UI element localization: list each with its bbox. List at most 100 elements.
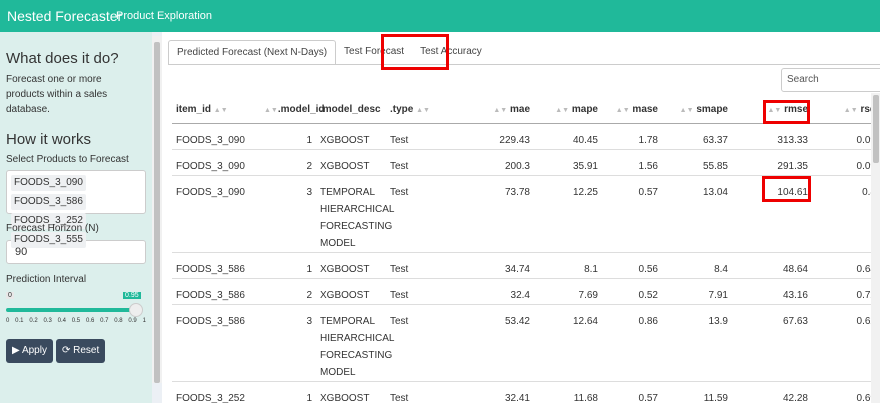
col-header-mape[interactable]: ▲▼ mape xyxy=(534,98,602,124)
reset-label: Reset xyxy=(73,345,100,356)
col-header-type[interactable]: .type ▲▼ xyxy=(386,98,430,124)
cell-mae: 229.43 xyxy=(426,123,534,150)
col-header-rsq[interactable]: ▲▼ rsq xyxy=(812,98,880,124)
cell-model-id: 1 xyxy=(260,381,316,403)
sort-icon: ▲▼ xyxy=(416,107,430,114)
slider-tick: 0.9 xyxy=(128,318,137,324)
cell-mase: 1.78 xyxy=(602,123,662,150)
what-text: Forecast one or more products within a s… xyxy=(6,74,108,115)
cell-mae: 32.41 xyxy=(426,381,534,403)
cell-item-id: FOODS_3_090 xyxy=(172,175,260,253)
cell-model-id: 1 xyxy=(260,252,316,279)
table-scroll-thumb[interactable] xyxy=(873,95,879,163)
sidebar-scroll-thumb[interactable] xyxy=(154,42,160,383)
slider-min-label: 0 xyxy=(6,292,14,299)
cell-model-desc: TEMPORAL HIERARCHICAL FORECASTING MODEL xyxy=(316,304,394,382)
play-icon: ▶ xyxy=(12,345,20,356)
apply-label: Apply xyxy=(21,345,47,356)
slider-value-label: 0.95 xyxy=(123,292,141,299)
apply-button[interactable]: ▶ Apply xyxy=(6,339,53,363)
cell-type: Test xyxy=(386,381,426,403)
cell-mae: 73.78 xyxy=(426,175,534,253)
cell-item-id: FOODS_3_586 xyxy=(172,278,260,305)
cell-model-id: 2 xyxy=(260,278,316,305)
col-header-model-id[interactable]: ▲▼.model_id xyxy=(260,98,325,124)
table-scrollbar[interactable] xyxy=(871,93,880,403)
cell-rmse: 67.63 xyxy=(732,304,812,382)
table-row[interactable]: FOODS_3_090 2 XGBOOST Test 200.3 35.91 1… xyxy=(172,149,880,176)
cell-rsq: 0.8 xyxy=(812,175,880,253)
cell-model-id: 3 xyxy=(260,175,316,253)
cell-item-id: FOODS_3_252 xyxy=(172,381,260,403)
search-input[interactable]: Search xyxy=(781,68,880,92)
cell-rsq: 0.64 xyxy=(812,252,880,279)
col-header-mase[interactable]: ▲▼ mase xyxy=(602,98,662,124)
sidebar-scrollbar[interactable] xyxy=(152,36,162,383)
col-header-model-desc[interactable]: .model_desc xyxy=(316,98,386,124)
cell-rmse: 313.33 xyxy=(732,123,812,150)
highlight-rmse-header xyxy=(763,100,810,124)
reset-button[interactable]: ⟳ Reset xyxy=(55,339,106,363)
col-header-mae[interactable]: ▲▼ mae xyxy=(426,98,534,124)
cell-mape: 7.69 xyxy=(534,278,602,305)
cell-mape: 12.64 xyxy=(534,304,602,382)
table-row[interactable]: FOODS_3_252 1 XGBOOST Test 32.41 11.68 0… xyxy=(172,381,880,403)
slider-track[interactable] xyxy=(6,308,138,312)
product-chip[interactable]: FOODS_3_090 xyxy=(11,175,86,191)
app-title[interactable]: Nested Forecaster xyxy=(0,8,122,24)
sort-icon: ▲▼ xyxy=(264,107,278,114)
col-header-item-id[interactable]: item_id ▲▼ xyxy=(172,98,260,124)
cell-model-id: 1 xyxy=(260,123,316,150)
nav-product-exploration[interactable]: Product Exploration xyxy=(116,10,212,22)
cell-mae: 200.3 xyxy=(426,149,534,176)
refresh-icon: ⟳ xyxy=(61,345,71,356)
cell-rsq: 0.09 xyxy=(812,149,880,176)
cell-mase: 0.56 xyxy=(602,252,662,279)
app-header: Nested Forecaster Product Exploration xyxy=(0,0,880,32)
slider-tick: 0.2 xyxy=(29,318,38,324)
cell-smape: 11.59 xyxy=(662,381,732,403)
interval-slider[interactable]: 0 0.95 0 0.1 0.2 0.3 0.4 0.5 0.6 0.7 0.8… xyxy=(6,289,146,333)
cell-rsq: 0.62 xyxy=(812,304,880,382)
cell-smape: 55.85 xyxy=(662,149,732,176)
cell-model-desc: XGBOOST xyxy=(316,252,386,279)
table-row[interactable]: FOODS_3_586 1 XGBOOST Test 34.74 8.1 0.5… xyxy=(172,252,880,279)
table-row[interactable]: FOODS_3_586 3 TEMPORAL HIERARCHICAL FORE… xyxy=(172,304,880,382)
cell-model-desc: XGBOOST xyxy=(316,381,386,403)
cell-smape: 8.4 xyxy=(662,252,732,279)
cell-mase: 0.52 xyxy=(602,278,662,305)
cell-type: Test xyxy=(386,149,426,176)
highlight-rmse-value xyxy=(762,176,811,202)
product-chip[interactable]: FOODS_3_586 xyxy=(11,194,86,210)
interval-label: Prediction Interval xyxy=(6,274,87,285)
slider-handle[interactable] xyxy=(129,303,143,317)
slider-ticks: 0 0.1 0.2 0.3 0.4 0.5 0.6 0.7 0.8 0.9 1 xyxy=(6,318,146,324)
horizon-label: Forecast Horizon (N) xyxy=(6,223,99,234)
cell-smape: 7.91 xyxy=(662,278,732,305)
sidebar: What does it do? Forecast one or more pr… xyxy=(0,32,152,403)
cell-model-desc: XGBOOST xyxy=(316,278,386,305)
cell-mape: 40.45 xyxy=(534,123,602,150)
sort-icon: ▲▼ xyxy=(493,107,508,114)
tab-divider xyxy=(168,64,880,65)
cell-rmse: 42.28 xyxy=(732,381,812,403)
cell-mae: 32.4 xyxy=(426,278,534,305)
products-label: Select Products to Forecast xyxy=(6,154,129,165)
table-row[interactable]: FOODS_3_586 2 XGBOOST Test 32.4 7.69 0.5… xyxy=(172,278,880,305)
products-select[interactable]: FOODS_3_090 FOODS_3_586 FOODS_3_252 FOOD… xyxy=(6,170,146,248)
sort-icon: ▲▼ xyxy=(213,107,228,114)
slider-tick: 0.1 xyxy=(15,318,24,324)
cell-item-id: FOODS_3_586 xyxy=(172,252,260,279)
cell-item-id: FOODS_3_586 xyxy=(172,304,260,382)
col-header-smape[interactable]: ▲▼ smape xyxy=(662,98,732,124)
cell-mae: 53.42 xyxy=(426,304,534,382)
slider-tick: 0.5 xyxy=(71,318,81,324)
cell-rmse: 43.16 xyxy=(732,278,812,305)
cell-type: Test xyxy=(386,252,426,279)
cell-mape: 11.68 xyxy=(534,381,602,403)
table-row[interactable]: FOODS_3_090 1 XGBOOST Test 229.43 40.45 … xyxy=(172,123,880,150)
cell-rsq: 0.09 xyxy=(812,123,880,150)
cell-mase: 0.57 xyxy=(602,381,662,403)
tab-predicted-forecast[interactable]: Predicted Forecast (Next N-Days) xyxy=(168,40,337,65)
slider-tick: 0 xyxy=(6,318,10,324)
